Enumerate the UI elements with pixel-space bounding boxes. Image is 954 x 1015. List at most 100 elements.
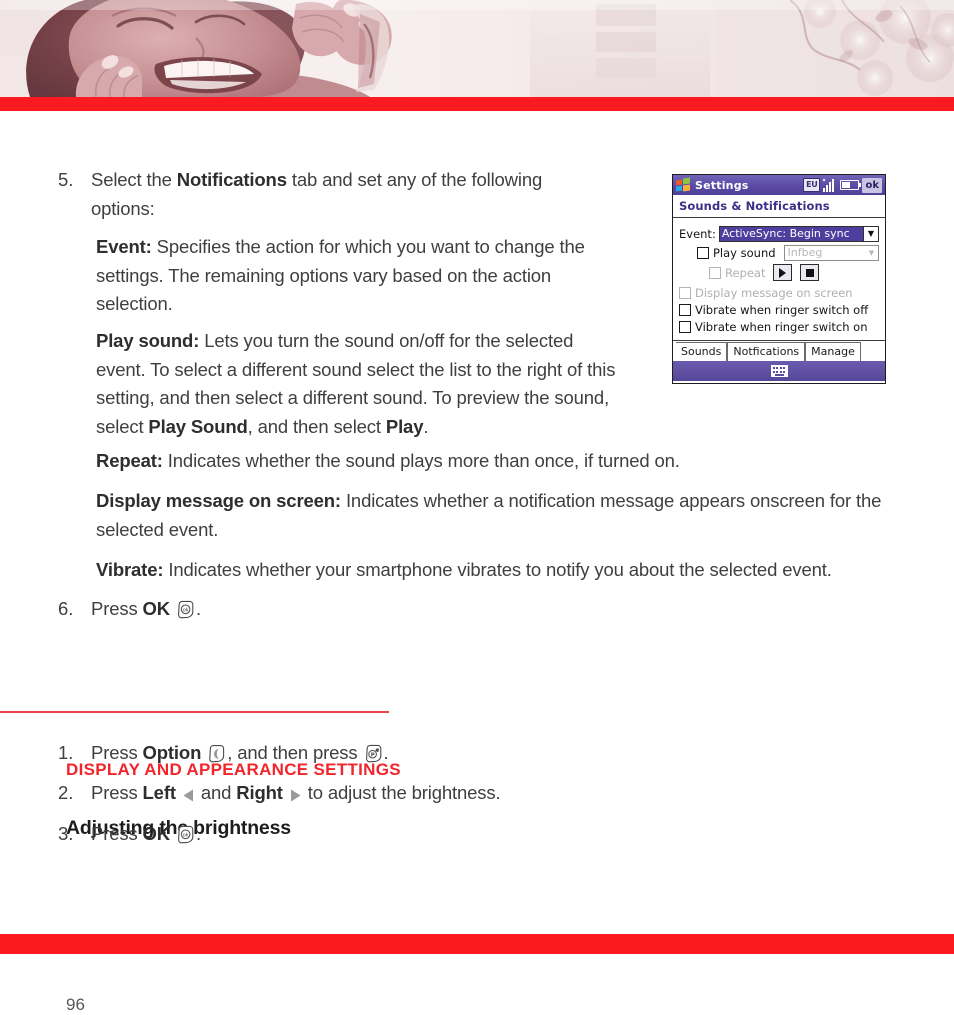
definition-play-sound-term: Play sound: — [96, 330, 200, 351]
windows-logo-icon — [676, 177, 691, 192]
vibrate-on-checkbox[interactable] — [679, 321, 691, 333]
pda-ok-button[interactable]: ok — [862, 177, 882, 193]
brightness-step-2-number: 2. — [58, 782, 74, 803]
play-button[interactable] — [773, 264, 793, 281]
step-6: 6. Press OK ok . — [58, 595, 458, 628]
section-heading-rule — [0, 711, 389, 713]
pda-tab-bar: Sounds Notfications Manage — [673, 340, 885, 361]
brightness-step-3: 3. Press OK ok . — [58, 820, 458, 853]
display-message-row: Display message on screen — [679, 286, 879, 300]
svg-text:P: P — [370, 752, 374, 758]
ok-key-icon-2: ok — [176, 824, 195, 853]
page-number: 96 — [66, 995, 85, 1014]
stop-icon — [805, 268, 814, 277]
brightness-step-2-bold-left: Left — [142, 782, 176, 803]
definition-play-sound: Play sound: Lets you turn the sound on/o… — [96, 327, 621, 441]
brightness-step-1-rest: . — [383, 742, 389, 763]
vibrate-on-row: Vibrate when ringer switch on — [679, 320, 879, 334]
brightness-step-3-lead: Press — [91, 823, 143, 844]
step-5-lead: Select the — [91, 169, 177, 190]
battery-icon[interactable] — [840, 180, 862, 190]
repeat-label: Repeat — [725, 265, 766, 280]
definition-vibrate-text: Indicates whether your smartphone vibrat… — [163, 559, 832, 580]
ok-key-icon: ok — [176, 599, 195, 628]
brightness-step-1-text: Press Option , and then press P . — [91, 739, 389, 772]
brightness-step-1-mid: , and then press — [227, 742, 363, 763]
tab-manage[interactable]: Manage — [805, 342, 861, 361]
chevron-down-icon: ▼ — [863, 227, 878, 241]
tab-notifications[interactable]: Notfications — [727, 342, 806, 361]
step-6-number: 6. — [58, 598, 74, 619]
step-5-text: Select the Notifications tab and set any… — [91, 166, 588, 223]
vibrate-off-label: Vibrate when ringer switch off — [695, 303, 869, 317]
header-photo — [0, 0, 954, 97]
left-arrow-icon — [182, 783, 195, 812]
definition-event-term: Event: — [96, 236, 152, 257]
brightness-step-1-number: 1. — [58, 742, 74, 763]
signal-bars-icon[interactable] — [823, 178, 837, 192]
brightness-step-3-bold-ok: OK — [142, 823, 171, 844]
chevron-down-icon-disabled: ▼ — [868, 249, 875, 257]
play-icon — [779, 267, 787, 278]
definition-display-message-term: Display message on screen: — [96, 490, 341, 511]
definition-repeat-term: Repeat: — [96, 450, 163, 471]
sound-dropdown[interactable]: Infbeg ▼ — [783, 245, 879, 261]
step-5: 5. Select the Notifications tab and set … — [58, 166, 588, 223]
brightness-step-2-rest: to adjust the brightness. — [302, 782, 501, 803]
step-6-text: Press OK ok . — [91, 595, 201, 628]
brightness-step-2: 2. Press Left and Right to adjust the br… — [58, 779, 658, 812]
pda-content: Event: ActiveSync: Begin sync ▼ Play sou… — [673, 218, 885, 340]
definition-repeat-text: Indicates whether the sound plays more t… — [162, 450, 680, 471]
brightness-step-2-lead: Press — [91, 782, 143, 803]
definition-play-sound-bold-a: Play Sound — [148, 415, 248, 437]
step-6-rest: . — [195, 598, 201, 619]
definition-play-sound-text-b: , and then select — [247, 415, 386, 437]
pda-taskbar — [673, 361, 885, 381]
brightness-step-3-number: 3. — [58, 823, 74, 844]
definition-play-sound-text-c: . — [423, 415, 429, 437]
header-photo-band — [0, 0, 954, 97]
step-5-bold-notifications: Notifications — [176, 169, 287, 190]
definition-display-message: Display message on screen: Indicates whe… — [96, 487, 896, 544]
header-red-rule — [0, 97, 954, 111]
input-method-icon[interactable]: EU — [803, 178, 821, 192]
step-5-number: 5. — [58, 169, 74, 190]
brightness-step-1-lead: Press — [91, 742, 143, 763]
definition-play-sound-bold-b: Play — [385, 415, 424, 437]
vibrate-off-row: Vibrate when ringer switch off — [679, 303, 879, 317]
definition-event-text: Specifies the action for which you want … — [96, 236, 585, 314]
repeat-row: Repeat — [709, 264, 879, 281]
brightness-step-2-text: Press Left and Right to adjust the brigh… — [91, 779, 501, 812]
vibrate-off-checkbox[interactable] — [679, 304, 691, 316]
display-message-label: Display message on screen — [695, 286, 853, 300]
brightness-step-2-mid: and — [195, 782, 237, 803]
play-sound-row: Play sound Infbeg ▼ — [697, 245, 879, 261]
definition-repeat: Repeat: Indicates whether the sound play… — [96, 447, 896, 476]
step-6-lead: Press — [91, 598, 143, 619]
tab-sounds[interactable]: Sounds — [676, 342, 728, 361]
sound-dropdown-value: Infbeg — [787, 246, 823, 259]
brightness-step-1-bold-option: Option — [142, 742, 202, 763]
vibrate-on-label: Vibrate when ringer switch on — [695, 320, 868, 334]
pda-titlebar: Settings EU ok — [673, 175, 885, 195]
footer-red-rule — [0, 934, 954, 954]
brightness-step-3-text: Press OK ok . — [91, 820, 201, 853]
definition-vibrate: Vibrate: Indicates whether your smartpho… — [96, 556, 916, 585]
option-key-icon — [207, 743, 226, 772]
repeat-checkbox[interactable] — [709, 266, 721, 279]
event-dropdown-value: ActiveSync: Begin sync — [719, 227, 863, 241]
event-label: Event: — [679, 227, 716, 241]
event-dropdown[interactable]: ActiveSync: Begin sync ▼ — [718, 226, 879, 242]
brightness-p-key-icon: P — [364, 743, 383, 772]
brightness-step-1: 1. Press Option , and then press P . — [58, 739, 558, 772]
brightness-step-2-bold-right: Right — [236, 782, 283, 803]
svg-text:ok: ok — [183, 608, 189, 614]
definition-event: Event: Specifies the action for which yo… — [96, 233, 616, 319]
display-message-checkbox[interactable] — [679, 287, 691, 299]
step-6-bold-ok: OK — [142, 598, 171, 619]
event-row: Event: ActiveSync: Begin sync ▼ — [679, 226, 879, 242]
pda-titlebar-icons: EU ok — [803, 177, 883, 193]
keyboard-icon[interactable] — [770, 365, 788, 377]
stop-button[interactable] — [800, 264, 820, 281]
play-sound-checkbox[interactable] — [697, 247, 709, 259]
